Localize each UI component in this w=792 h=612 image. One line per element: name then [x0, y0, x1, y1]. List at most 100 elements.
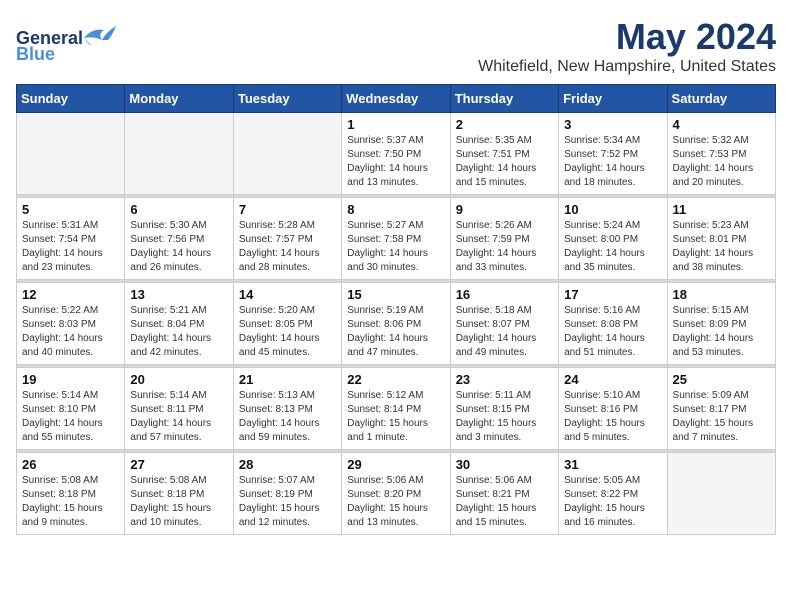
calendar-cell	[233, 113, 341, 195]
day-number: 7	[239, 202, 336, 217]
day-info: Sunrise: 5:06 AMSunset: 8:20 PMDaylight:…	[347, 474, 444, 530]
calendar-cell: 4 Sunrise: 5:32 AMSunset: 7:53 PMDaylight…	[667, 113, 775, 195]
day-info: Sunrise: 5:37 AMSunset: 7:50 PMDaylight:…	[347, 134, 444, 190]
day-number: 26	[22, 457, 119, 472]
day-number: 29	[347, 457, 444, 472]
weekday-header-tuesday: Tuesday	[233, 85, 341, 113]
calendar-cell: 22Sunrise: 5:12 AMSunset: 8:14 PMDayligh…	[342, 368, 450, 450]
calendar-week-3: 12Sunrise: 5:22 AMSunset: 8:03 PMDayligh…	[17, 283, 776, 365]
calendar-cell: 7Sunrise: 5:28 AMSunset: 7:57 PMDaylight…	[233, 198, 341, 280]
calendar-cell: 2 Sunrise: 5:35 AMSunset: 7:51 PMDaylight…	[450, 113, 558, 195]
page-header: General Blue May 2024 Whitefield, New Ha…	[16, 16, 776, 76]
day-info: Sunrise: 5:34 AMSunset: 7:52 PMDaylight:…	[564, 134, 661, 190]
calendar-cell: 31 Sunrise: 5:05 AMSunset: 8:22 PMDayligh…	[559, 453, 667, 535]
weekday-header-saturday: Saturday	[667, 85, 775, 113]
day-number: 18	[673, 287, 770, 302]
location: Whitefield, New Hampshire, United States	[478, 58, 776, 76]
calendar-cell: 6Sunrise: 5:30 AMSunset: 7:56 PMDaylight…	[125, 198, 233, 280]
calendar-cell: 8Sunrise: 5:27 AMSunset: 7:58 PMDaylight…	[342, 198, 450, 280]
day-number: 5	[22, 202, 119, 217]
day-number: 16	[456, 287, 553, 302]
day-number: 17	[564, 287, 661, 302]
day-info: Sunrise: 5:32 AMSunset: 7:53 PMDaylight:…	[673, 134, 770, 190]
day-number: 10	[564, 202, 661, 217]
day-info: Sunrise: 5:06 AMSunset: 8:21 PMDaylight:…	[456, 474, 553, 530]
calendar-week-4: 19Sunrise: 5:14 AMSunset: 8:10 PMDayligh…	[17, 368, 776, 450]
calendar-cell: 29 Sunrise: 5:06 AMSunset: 8:20 PMDayligh…	[342, 453, 450, 535]
calendar-cell: 26 Sunrise: 5:08 AMSunset: 8:18 PMDayligh…	[17, 453, 125, 535]
calendar-cell: 30 Sunrise: 5:06 AMSunset: 8:21 PMDayligh…	[450, 453, 558, 535]
day-info: Sunrise: 5:14 AMSunset: 8:10 PMDaylight:…	[22, 389, 119, 445]
logo-svg: General Blue	[16, 16, 126, 64]
day-info: Sunrise: 5:24 AMSunset: 8:00 PMDaylight:…	[564, 219, 661, 275]
day-info: Sunrise: 5:23 AMSunset: 8:01 PMDaylight:…	[673, 219, 770, 275]
calendar-week-5: 26 Sunrise: 5:08 AMSunset: 8:18 PMDayligh…	[17, 453, 776, 535]
day-number: 6	[130, 202, 227, 217]
day-number: 15	[347, 287, 444, 302]
calendar-cell: 25 Sunrise: 5:09 AMSunset: 8:17 PMDayligh…	[667, 368, 775, 450]
calendar-cell: 18Sunrise: 5:15 AMSunset: 8:09 PMDayligh…	[667, 283, 775, 365]
calendar-cell: 13 Sunrise: 5:21 AMSunset: 8:04 PMDayligh…	[125, 283, 233, 365]
weekday-header-sunday: Sunday	[17, 85, 125, 113]
day-number: 9	[456, 202, 553, 217]
calendar-cell: 19Sunrise: 5:14 AMSunset: 8:10 PMDayligh…	[17, 368, 125, 450]
day-number: 24	[564, 372, 661, 387]
day-number: 20	[130, 372, 227, 387]
calendar-cell: 17 Sunrise: 5:16 AMSunset: 8:08 PMDayligh…	[559, 283, 667, 365]
day-info: Sunrise: 5:21 AMSunset: 8:04 PMDaylight:…	[130, 304, 227, 360]
calendar-cell: 20 Sunrise: 5:14 AMSunset: 8:11 PMDayligh…	[125, 368, 233, 450]
svg-text:Blue: Blue	[16, 44, 55, 64]
day-number: 3	[564, 117, 661, 132]
calendar-cell: 27 Sunrise: 5:08 AMSunset: 8:18 PMDayligh…	[125, 453, 233, 535]
day-info: Sunrise: 5:05 AMSunset: 8:22 PMDaylight:…	[564, 474, 661, 530]
calendar-cell: 15 Sunrise: 5:19 AMSunset: 8:06 PMDayligh…	[342, 283, 450, 365]
calendar-cell	[667, 453, 775, 535]
calendar-cell: 10 Sunrise: 5:24 AMSunset: 8:00 PMDayligh…	[559, 198, 667, 280]
day-number: 1	[347, 117, 444, 132]
day-number: 14	[239, 287, 336, 302]
day-number: 25	[673, 372, 770, 387]
calendar-table: SundayMondayTuesdayWednesdayThursdayFrid…	[16, 84, 776, 535]
day-number: 31	[564, 457, 661, 472]
calendar-cell	[17, 113, 125, 195]
day-info: Sunrise: 5:19 AMSunset: 8:06 PMDaylight:…	[347, 304, 444, 360]
day-info: Sunrise: 5:10 AMSunset: 8:16 PMDaylight:…	[564, 389, 661, 445]
calendar-week-1: 1 Sunrise: 5:37 AMSunset: 7:50 PMDaylight…	[17, 113, 776, 195]
logo: General Blue	[16, 16, 126, 64]
day-number: 28	[239, 457, 336, 472]
calendar-cell: 16 Sunrise: 5:18 AMSunset: 8:07 PMDayligh…	[450, 283, 558, 365]
day-info: Sunrise: 5:27 AMSunset: 7:58 PMDaylight:…	[347, 219, 444, 275]
calendar-cell: 23 Sunrise: 5:11 AMSunset: 8:15 PMDayligh…	[450, 368, 558, 450]
day-info: Sunrise: 5:08 AMSunset: 8:18 PMDaylight:…	[22, 474, 119, 530]
day-info: Sunrise: 5:16 AMSunset: 8:08 PMDaylight:…	[564, 304, 661, 360]
day-number: 4	[673, 117, 770, 132]
day-number: 23	[456, 372, 553, 387]
day-number: 30	[456, 457, 553, 472]
weekday-header-monday: Monday	[125, 85, 233, 113]
day-number: 21	[239, 372, 336, 387]
day-number: 13	[130, 287, 227, 302]
day-info: Sunrise: 5:35 AMSunset: 7:51 PMDaylight:…	[456, 134, 553, 190]
day-info: Sunrise: 5:09 AMSunset: 8:17 PMDaylight:…	[673, 389, 770, 445]
calendar-cell: 5Sunrise: 5:31 AMSunset: 7:54 PMDaylight…	[17, 198, 125, 280]
day-number: 27	[130, 457, 227, 472]
day-info: Sunrise: 5:26 AMSunset: 7:59 PMDaylight:…	[456, 219, 553, 275]
calendar-cell: 21 Sunrise: 5:13 AMSunset: 8:13 PMDayligh…	[233, 368, 341, 450]
title-area: May 2024 Whitefield, New Hampshire, Unit…	[478, 16, 776, 76]
calendar-cell: 28Sunrise: 5:07 AMSunset: 8:19 PMDayligh…	[233, 453, 341, 535]
day-number: 11	[673, 202, 770, 217]
calendar-cell: 1 Sunrise: 5:37 AMSunset: 7:50 PMDaylight…	[342, 113, 450, 195]
day-info: Sunrise: 5:18 AMSunset: 8:07 PMDaylight:…	[456, 304, 553, 360]
day-info: Sunrise: 5:08 AMSunset: 8:18 PMDaylight:…	[130, 474, 227, 530]
day-info: Sunrise: 5:11 AMSunset: 8:15 PMDaylight:…	[456, 389, 553, 445]
day-number: 2	[456, 117, 553, 132]
calendar-cell: 9 Sunrise: 5:26 AMSunset: 7:59 PMDaylight…	[450, 198, 558, 280]
calendar-cell: 3 Sunrise: 5:34 AMSunset: 7:52 PMDaylight…	[559, 113, 667, 195]
calendar-week-2: 5Sunrise: 5:31 AMSunset: 7:54 PMDaylight…	[17, 198, 776, 280]
day-info: Sunrise: 5:14 AMSunset: 8:11 PMDaylight:…	[130, 389, 227, 445]
day-number: 12	[22, 287, 119, 302]
weekday-header-wednesday: Wednesday	[342, 85, 450, 113]
calendar-cell: 11 Sunrise: 5:23 AMSunset: 8:01 PMDayligh…	[667, 198, 775, 280]
day-info: Sunrise: 5:13 AMSunset: 8:13 PMDaylight:…	[239, 389, 336, 445]
month-title: May 2024	[478, 16, 776, 58]
